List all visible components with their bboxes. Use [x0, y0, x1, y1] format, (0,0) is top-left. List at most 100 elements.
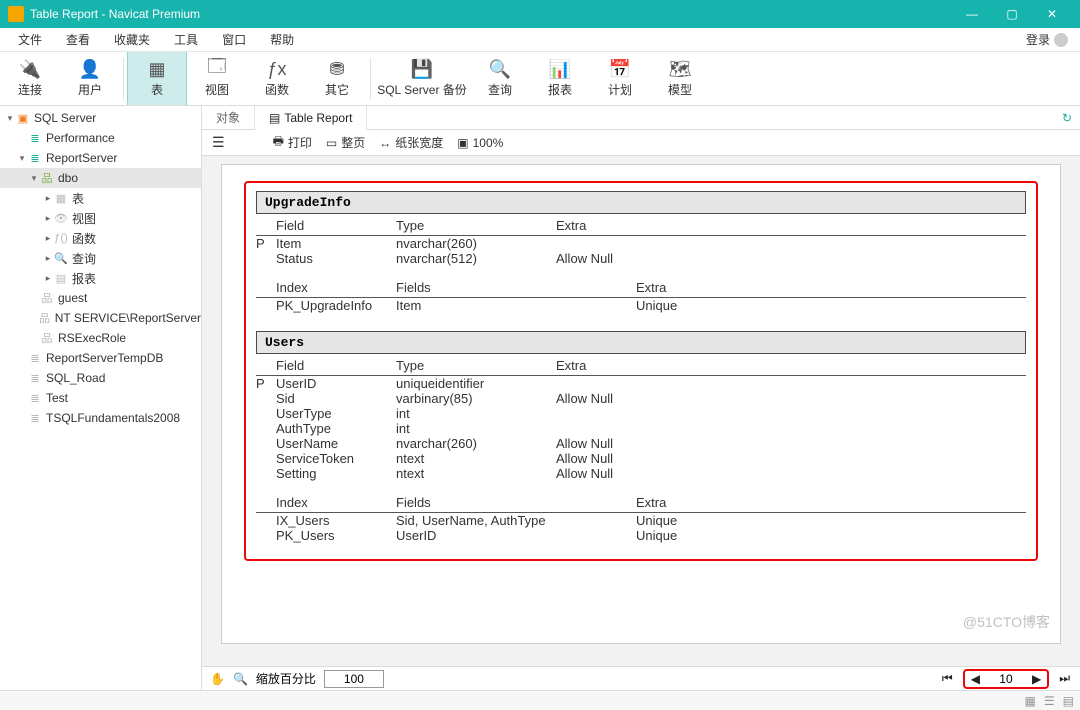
model-button[interactable]: 🗺模型 — [650, 52, 710, 105]
fx-icon: ƒ() — [54, 231, 68, 245]
login-label: 登录 — [1026, 31, 1050, 48]
connection-button[interactable]: 🔌连接 — [0, 52, 60, 105]
first-page-button[interactable]: ⏮ — [940, 671, 955, 686]
index-row: PK_UsersUserIDUnique — [256, 528, 1026, 543]
schedule-icon: 📅 — [609, 59, 631, 79]
tree-guest[interactable]: 品guest — [0, 288, 201, 308]
sidebar-tree[interactable]: ▾▣SQL Server ≣Performance ▾≣ReportServer… — [0, 106, 202, 690]
status-bar: ▦ ☰ ▤ — [0, 690, 1080, 710]
field-row: ServiceTokenntextAllow Null — [256, 451, 1026, 466]
page-nav: ◀ 10 ▶ — [963, 669, 1049, 689]
view-icon: 👁 — [54, 211, 68, 225]
zoom-input[interactable] — [324, 670, 384, 688]
last-page-button[interactable]: ⏭ — [1057, 671, 1072, 686]
tree-function[interactable]: ▸ƒ()函数 — [0, 228, 201, 248]
report-icon: 📊 — [549, 59, 571, 79]
sqlserver-backup-button[interactable]: 💾SQL Server 备份 — [374, 52, 470, 105]
report-page: UpgradeInfoFieldTypeExtraPItemnvarchar(2… — [221, 164, 1061, 644]
tree-tsqlfund[interactable]: ≣TSQLFundamentals2008 — [0, 408, 201, 428]
db-icon: ≣ — [28, 391, 42, 405]
menu-tools[interactable]: 工具 — [162, 31, 210, 48]
tree-reportserver[interactable]: ▾≣ReportServer — [0, 148, 201, 168]
db-icon: ≣ — [28, 371, 42, 385]
menu-window[interactable]: 窗口 — [210, 31, 258, 48]
table-icon: ▦ — [146, 59, 168, 79]
page-number: 10 — [986, 672, 1026, 686]
maximize-button[interactable]: ▢ — [992, 0, 1032, 28]
view-button[interactable]: 🗔视图 — [187, 52, 247, 105]
menu-view[interactable]: 查看 — [54, 31, 102, 48]
tab-objects[interactable]: 对象 — [202, 106, 255, 130]
field-row: UserNamenvarchar(260)Allow Null — [256, 436, 1026, 451]
menu-file[interactable]: 文件 — [6, 31, 54, 48]
tree-query[interactable]: ▸🔍查询 — [0, 248, 201, 268]
watermark: @51CTO博客 — [963, 612, 1050, 632]
fields-header: FieldTypeExtra — [256, 214, 1026, 236]
function-button[interactable]: ƒx函数 — [247, 52, 307, 105]
query-button[interactable]: 🔍查询 — [470, 52, 530, 105]
table-button[interactable]: ▦表 — [127, 52, 187, 105]
report-viewport[interactable]: UpgradeInfoFieldTypeExtraPItemnvarchar(2… — [202, 156, 1080, 666]
db-icon: ≣ — [28, 411, 42, 425]
next-page-button[interactable]: ▶ — [1030, 672, 1043, 686]
title-bar: Table Report - Navicat Premium — ▢ ✕ — [0, 0, 1080, 28]
tree-table[interactable]: ▸▦表 — [0, 188, 201, 208]
menu-help[interactable]: 帮助 — [258, 31, 306, 48]
menu-icon[interactable]: ☰ — [212, 134, 225, 151]
minimize-button[interactable]: — — [952, 0, 992, 28]
zoom100-button[interactable]: ▣ 100% — [457, 136, 503, 150]
login-link[interactable]: 登录 — [1026, 31, 1074, 48]
tree-report[interactable]: ▸▤报表 — [0, 268, 201, 288]
report-button[interactable]: 📊报表 — [530, 52, 590, 105]
fields-header: FieldTypeExtra — [256, 354, 1026, 376]
tree-rsexec[interactable]: 品RSExecRole — [0, 328, 201, 348]
other-button[interactable]: ⛃其它 — [307, 52, 367, 105]
other-icon: ⛃ — [326, 59, 348, 79]
user-icon: 👤 — [79, 59, 101, 79]
backup-icon: 💾 — [411, 59, 433, 79]
schedule-button[interactable]: 📅计划 — [590, 52, 650, 105]
tree-test[interactable]: ≣Test — [0, 388, 201, 408]
user-button[interactable]: 👤用户 — [60, 52, 120, 105]
schema-icon: 品 — [40, 331, 54, 345]
tree-dbo[interactable]: ▾品dbo — [0, 168, 201, 188]
zoom-icon[interactable]: 🔍 — [233, 672, 248, 686]
close-button[interactable]: ✕ — [1032, 0, 1072, 28]
grid-view-icon[interactable]: ▦ — [1025, 694, 1036, 708]
db-icon: ≣ — [28, 151, 42, 165]
report-icon: ▤ — [54, 271, 68, 285]
print-button[interactable]: 🖶 打印 — [273, 132, 312, 153]
pan-icon[interactable]: ✋ — [210, 672, 225, 686]
detail-view-icon[interactable]: ▤ — [1063, 694, 1074, 708]
db-icon: ≣ — [28, 131, 42, 145]
list-view-icon[interactable]: ☰ — [1044, 694, 1055, 708]
plug-icon: 🔌 — [19, 59, 41, 79]
fullpage-button[interactable]: ▭ 整页 — [326, 134, 365, 151]
main-panel: 对象 ▤Table Report ↻ ☰ 🖶 打印 ▭ 整页 ↔ 纸张宽度 ▣ … — [202, 106, 1080, 690]
window-title: Table Report - Navicat Premium — [30, 7, 952, 21]
schema-icon: 品 — [40, 291, 54, 305]
tree-performance[interactable]: ≣Performance — [0, 128, 201, 148]
menu-favorites[interactable]: 收藏夹 — [102, 31, 162, 48]
fx-icon: ƒx — [266, 59, 288, 79]
pagewidth-button[interactable]: ↔ 纸张宽度 — [379, 134, 443, 151]
field-row: AuthTypeint — [256, 421, 1026, 436]
db-icon: ≣ — [28, 351, 42, 365]
zoom-bar: ✋ 🔍 缩放百分比 ⏮ ◀ 10 ▶ ⏭ — [202, 666, 1080, 690]
prev-page-button[interactable]: ◀ — [969, 672, 982, 686]
tree-sqlroad[interactable]: ≣SQL_Road — [0, 368, 201, 388]
tab-strip: 对象 ▤Table Report ↻ — [202, 106, 1080, 130]
field-row: UserTypeint — [256, 406, 1026, 421]
tree-reportservertemp[interactable]: ≣ReportServerTempDB — [0, 348, 201, 368]
index-row: PK_UpgradeInfoItemUnique — [256, 298, 1026, 313]
refresh-icon[interactable]: ↻ — [1054, 111, 1080, 125]
tree-sqlserver[interactable]: ▾▣SQL Server — [0, 108, 201, 128]
query-icon: 🔍 — [489, 59, 511, 79]
tab-tablereport[interactable]: ▤Table Report — [255, 106, 367, 130]
tree-view[interactable]: ▸👁视图 — [0, 208, 201, 228]
index-header: IndexFieldsExtra — [256, 491, 1026, 513]
index-header: IndexFieldsExtra — [256, 276, 1026, 298]
main-toolbar: 🔌连接 👤用户 ▦表 🗔视图 ƒx函数 ⛃其它 💾SQL Server 备份 🔍… — [0, 52, 1080, 106]
avatar-icon — [1054, 33, 1068, 47]
tree-ntservice[interactable]: 品NT SERVICE\ReportServer — [0, 308, 201, 328]
